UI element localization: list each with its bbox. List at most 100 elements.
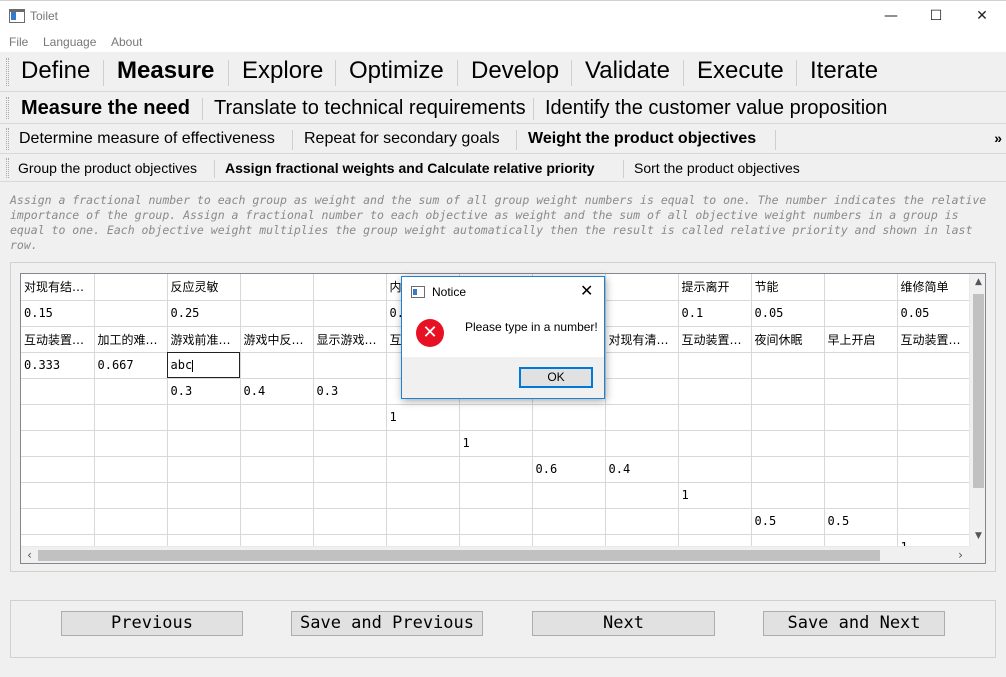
next-button[interactable]: Next xyxy=(532,611,715,636)
grid-cell[interactable] xyxy=(605,274,679,301)
grid-cell[interactable]: 0.25 xyxy=(167,300,241,327)
grid-cell[interactable]: 互动装置… xyxy=(678,326,752,353)
grid-cell[interactable] xyxy=(459,482,533,509)
close-window-button[interactable]: ✕ xyxy=(959,1,1005,31)
grid-cell[interactable] xyxy=(605,404,679,431)
grid-cell[interactable]: 0.05 xyxy=(751,300,825,327)
grid-cell[interactable] xyxy=(897,430,971,457)
tab-measure-effectiveness[interactable]: Determine measure of effectiveness xyxy=(19,130,275,148)
grid-cell[interactable]: 0.6 xyxy=(532,456,606,483)
grid-cell[interactable] xyxy=(751,482,825,509)
tab-weight-objectives[interactable]: Weight the product objectives xyxy=(528,130,756,148)
tab-optimize[interactable]: Optimize xyxy=(349,57,444,85)
grid-cell[interactable]: 夜间休眠 xyxy=(751,326,825,353)
tab-secondary-goals[interactable]: Repeat for secondary goals xyxy=(304,130,500,148)
grid-cell[interactable] xyxy=(824,404,898,431)
grid-cell[interactable] xyxy=(240,508,314,535)
grid-cell[interactable] xyxy=(386,482,460,509)
grid-cell[interactable] xyxy=(94,508,168,535)
grid-cell[interactable] xyxy=(313,404,387,431)
grid-cell[interactable] xyxy=(459,456,533,483)
grid-cell[interactable] xyxy=(21,430,95,457)
grid-cell[interactable]: 0.667 xyxy=(94,352,168,379)
grid-cell[interactable] xyxy=(21,456,95,483)
grid-cell[interactable] xyxy=(605,300,679,327)
grid-cell[interactable] xyxy=(897,378,971,405)
grid-cell[interactable] xyxy=(678,352,752,379)
grid-cell[interactable]: 1 xyxy=(678,482,752,509)
grid-cell[interactable] xyxy=(240,456,314,483)
menu-about[interactable]: About xyxy=(111,35,142,49)
grid-cell[interactable] xyxy=(313,274,387,301)
grid-cell[interactable] xyxy=(897,352,971,379)
tab-assign-weights[interactable]: Assign fractional weights and Calculate … xyxy=(225,160,595,176)
grid-cell[interactable]: 提示离开 xyxy=(678,274,752,301)
grid-cell[interactable] xyxy=(824,482,898,509)
grid-cell[interactable]: 互动装置… xyxy=(21,326,95,353)
grid-cell[interactable] xyxy=(240,352,314,379)
grid-cell[interactable] xyxy=(605,352,679,379)
tab-measure[interactable]: Measure xyxy=(117,57,214,85)
grid-cell[interactable] xyxy=(532,508,606,535)
grid-cell[interactable] xyxy=(897,404,971,431)
vertical-scroll-thumb[interactable] xyxy=(973,294,984,488)
grid-cell[interactable] xyxy=(94,300,168,327)
grid-cell[interactable]: 游戏前准… xyxy=(167,326,241,353)
grid-cell[interactable] xyxy=(678,404,752,431)
grid-cell[interactable] xyxy=(240,404,314,431)
grid-cell[interactable] xyxy=(532,482,606,509)
grid-cell[interactable] xyxy=(94,274,168,301)
grid-cell[interactable]: 0.4 xyxy=(605,456,679,483)
grid-cell[interactable]: 加工的难… xyxy=(94,326,168,353)
grid-cell[interactable] xyxy=(94,456,168,483)
grid-cell[interactable] xyxy=(313,300,387,327)
grid-cell-editor[interactable]: abc xyxy=(167,352,241,379)
grid-cell[interactable] xyxy=(240,430,314,457)
scroll-down-arrow-icon[interactable]: ▼ xyxy=(970,531,985,541)
grid-cell[interactable] xyxy=(240,482,314,509)
grid-cell[interactable] xyxy=(678,378,752,405)
grid-cell[interactable] xyxy=(240,300,314,327)
grid-cell[interactable] xyxy=(313,482,387,509)
grid-cell[interactable]: 互动装置… xyxy=(897,326,971,353)
tab-measure-the-need[interactable]: Measure the need xyxy=(21,97,190,120)
grid-cell[interactable] xyxy=(21,508,95,535)
grid-cell[interactable] xyxy=(824,352,898,379)
grid-cell[interactable] xyxy=(386,508,460,535)
minimize-button[interactable]: — xyxy=(868,1,914,31)
grid-cell[interactable] xyxy=(605,430,679,457)
grid-cell[interactable] xyxy=(313,430,387,457)
grid-cell[interactable] xyxy=(167,508,241,535)
grid-cell[interactable] xyxy=(678,456,752,483)
grid-cell[interactable] xyxy=(532,430,606,457)
grid-cell[interactable]: 0.333 xyxy=(21,352,95,379)
grid-cell[interactable]: 反应灵敏 xyxy=(167,274,241,301)
more-tabs-button[interactable]: » xyxy=(994,130,1002,146)
tab-customer-value[interactable]: Identify the customer value proposition xyxy=(545,97,887,120)
grid-cell[interactable] xyxy=(751,456,825,483)
grid-cell[interactable] xyxy=(605,482,679,509)
vertical-scrollbar[interactable]: ▲ ▼ xyxy=(969,274,985,546)
grid-cell[interactable]: 早上开启 xyxy=(824,326,898,353)
grid-cell[interactable] xyxy=(751,404,825,431)
grid-cell[interactable] xyxy=(313,352,387,379)
grid-cell[interactable] xyxy=(897,482,971,509)
grid-cell[interactable] xyxy=(240,274,314,301)
grid-cell[interactable]: 游戏中反… xyxy=(240,326,314,353)
horizontal-scroll-thumb[interactable] xyxy=(38,550,880,561)
grid-cell[interactable] xyxy=(751,430,825,457)
tab-validate[interactable]: Validate xyxy=(585,57,670,85)
grid-cell[interactable] xyxy=(678,508,752,535)
grid-cell[interactable]: 0.15 xyxy=(21,300,95,327)
grid-cell[interactable] xyxy=(313,456,387,483)
grid-cell[interactable]: 对现有结… xyxy=(21,274,95,301)
grid-cell[interactable] xyxy=(167,404,241,431)
grid-cell[interactable] xyxy=(94,430,168,457)
scroll-right-arrow-icon[interactable]: › xyxy=(952,547,969,563)
maximize-button[interactable]: ☐ xyxy=(913,1,959,31)
grid-cell[interactable] xyxy=(897,456,971,483)
grid-cell[interactable]: 0.4 xyxy=(240,378,314,405)
grid-cell[interactable]: 0.5 xyxy=(751,508,825,535)
grid-cell[interactable] xyxy=(386,456,460,483)
grid-cell[interactable]: 0.05 xyxy=(897,300,971,327)
